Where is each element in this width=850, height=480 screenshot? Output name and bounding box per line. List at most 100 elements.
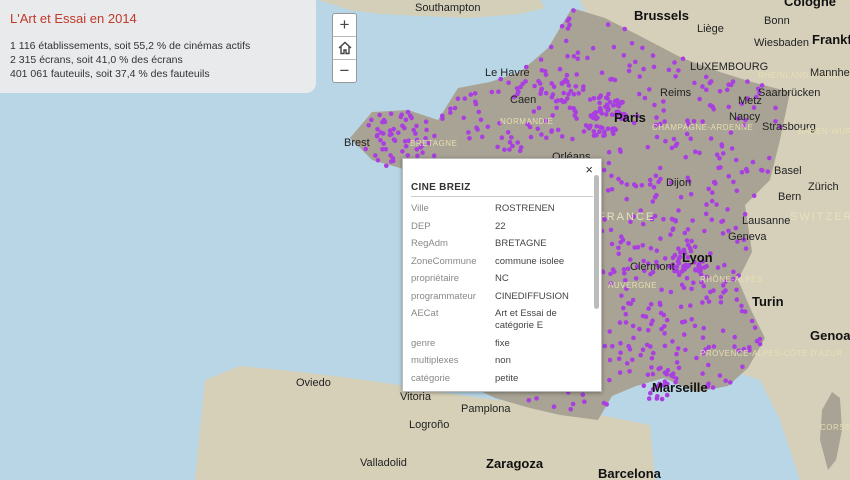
cinema-marker[interactable] bbox=[622, 26, 627, 32]
cinema-marker[interactable] bbox=[472, 91, 478, 96]
cinema-marker[interactable] bbox=[654, 248, 660, 253]
cinema-marker[interactable] bbox=[380, 147, 385, 152]
cinema-marker[interactable] bbox=[652, 194, 658, 200]
cinema-marker[interactable] bbox=[669, 373, 674, 378]
cinema-marker[interactable] bbox=[751, 193, 757, 199]
cinema-marker[interactable] bbox=[506, 80, 511, 85]
cinema-marker[interactable] bbox=[693, 267, 698, 273]
cinema-marker[interactable] bbox=[611, 44, 617, 50]
cinema-marker[interactable] bbox=[602, 343, 608, 349]
cinema-marker[interactable] bbox=[690, 218, 695, 223]
cinema-marker[interactable] bbox=[694, 355, 699, 361]
cinema-marker[interactable] bbox=[720, 231, 726, 236]
cinema-marker[interactable] bbox=[648, 245, 654, 251]
cinema-marker[interactable] bbox=[720, 328, 726, 334]
cinema-marker[interactable] bbox=[733, 157, 739, 163]
cinema-marker[interactable] bbox=[399, 112, 405, 117]
cinema-marker[interactable] bbox=[586, 125, 592, 131]
cinema-marker[interactable] bbox=[717, 89, 723, 94]
cinema-marker[interactable] bbox=[661, 108, 666, 113]
cinema-marker[interactable] bbox=[684, 275, 690, 281]
cinema-marker[interactable] bbox=[403, 117, 409, 123]
cinema-marker[interactable] bbox=[543, 90, 549, 96]
cinema-marker[interactable] bbox=[647, 87, 652, 92]
cinema-marker[interactable] bbox=[601, 400, 607, 406]
cinema-marker[interactable] bbox=[688, 303, 693, 308]
cinema-marker[interactable] bbox=[656, 366, 661, 372]
cinema-marker[interactable] bbox=[652, 102, 657, 108]
cinema-marker[interactable] bbox=[621, 305, 626, 311]
cinema-marker[interactable] bbox=[366, 123, 372, 128]
cinema-marker[interactable] bbox=[633, 59, 638, 65]
cinema-marker[interactable] bbox=[657, 165, 663, 171]
cinema-marker[interactable] bbox=[639, 183, 645, 188]
cinema-marker[interactable] bbox=[537, 81, 543, 86]
cinema-marker[interactable] bbox=[658, 176, 663, 182]
cinema-marker[interactable] bbox=[654, 115, 659, 120]
cinema-marker[interactable] bbox=[692, 323, 698, 329]
cinema-marker[interactable] bbox=[716, 165, 721, 171]
cinema-marker[interactable] bbox=[476, 109, 482, 115]
cinema-marker[interactable] bbox=[673, 217, 678, 223]
cinema-marker[interactable] bbox=[729, 146, 735, 151]
cinema-marker[interactable] bbox=[648, 301, 654, 307]
cinema-marker[interactable] bbox=[626, 343, 631, 349]
cinema-marker[interactable] bbox=[675, 346, 681, 351]
cinema-marker[interactable] bbox=[597, 129, 602, 134]
cinema-marker[interactable] bbox=[559, 134, 565, 139]
cinema-marker[interactable] bbox=[369, 117, 374, 123]
cinema-marker[interactable] bbox=[608, 227, 614, 233]
cinema-marker[interactable] bbox=[700, 84, 705, 89]
cinema-marker[interactable] bbox=[396, 130, 401, 135]
cinema-marker[interactable] bbox=[683, 347, 688, 353]
cinema-marker[interactable] bbox=[403, 144, 409, 149]
cinema-marker[interactable] bbox=[765, 169, 771, 174]
cinema-marker[interactable] bbox=[479, 134, 485, 140]
cinema-marker[interactable] bbox=[528, 134, 534, 140]
cinema-marker[interactable] bbox=[649, 365, 654, 370]
cinema-marker[interactable] bbox=[640, 347, 646, 353]
cinema-marker[interactable] bbox=[607, 377, 612, 383]
cinema-marker[interactable] bbox=[571, 8, 576, 13]
cinema-marker[interactable] bbox=[478, 117, 484, 123]
cinema-marker[interactable] bbox=[563, 38, 569, 44]
close-icon[interactable]: × bbox=[585, 162, 593, 177]
cinema-marker[interactable] bbox=[640, 243, 646, 248]
cinema-marker[interactable] bbox=[698, 268, 703, 274]
cinema-marker[interactable] bbox=[723, 378, 728, 384]
cinema-marker[interactable] bbox=[605, 22, 611, 27]
cinema-marker[interactable] bbox=[468, 92, 474, 97]
cinema-marker[interactable] bbox=[681, 285, 687, 291]
cinema-marker[interactable] bbox=[605, 96, 610, 101]
cinema-marker[interactable] bbox=[462, 96, 468, 101]
cinema-marker[interactable] bbox=[692, 80, 697, 86]
cinema-marker[interactable] bbox=[648, 321, 654, 327]
cinema-marker[interactable] bbox=[664, 317, 670, 323]
cinema-marker[interactable] bbox=[380, 119, 385, 125]
cinema-marker[interactable] bbox=[565, 18, 570, 24]
cinema-marker[interactable] bbox=[591, 96, 597, 101]
cinema-marker[interactable] bbox=[607, 357, 613, 363]
cinema-marker[interactable] bbox=[559, 23, 565, 29]
cinema-marker[interactable] bbox=[388, 153, 393, 158]
cinema-marker[interactable] bbox=[387, 132, 393, 138]
cinema-marker[interactable] bbox=[662, 331, 667, 336]
cinema-marker[interactable] bbox=[651, 185, 657, 190]
cinema-marker[interactable] bbox=[423, 119, 429, 124]
cinema-marker[interactable] bbox=[697, 96, 702, 102]
cinema-marker[interactable] bbox=[400, 149, 405, 154]
cinema-marker[interactable] bbox=[630, 297, 636, 303]
cinema-marker[interactable] bbox=[693, 149, 698, 154]
cinema-marker[interactable] bbox=[661, 99, 666, 104]
cinema-marker[interactable] bbox=[636, 91, 642, 97]
cinema-marker[interactable] bbox=[704, 87, 709, 93]
cinema-marker[interactable] bbox=[532, 83, 537, 89]
cinema-marker[interactable] bbox=[466, 130, 471, 135]
cinema-marker[interactable] bbox=[617, 370, 623, 375]
cinema-marker[interactable] bbox=[717, 156, 722, 161]
cinema-marker[interactable] bbox=[692, 244, 698, 250]
cinema-marker[interactable] bbox=[671, 136, 677, 142]
cinema-marker[interactable] bbox=[574, 72, 579, 77]
cinema-marker[interactable] bbox=[645, 372, 651, 378]
cinema-marker[interactable] bbox=[570, 136, 575, 142]
